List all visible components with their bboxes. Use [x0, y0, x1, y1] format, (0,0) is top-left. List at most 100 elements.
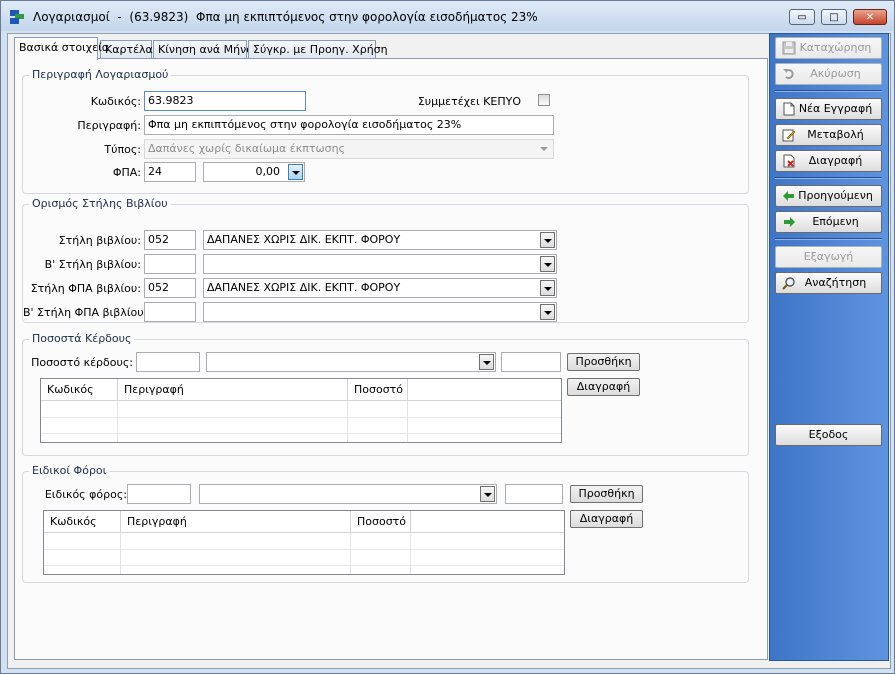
- previous-button[interactable]: Προηγούμενη: [775, 185, 882, 207]
- edit-button-label: Μεταβολή: [807, 128, 864, 141]
- chevron-down-icon: [540, 256, 555, 272]
- save-button[interactable]: Καταχώρηση: [775, 37, 882, 59]
- vat-book-column-b-label: Β' Στήλη ΦΠΑ βιβλίου:: [23, 306, 148, 319]
- table-row[interactable]: [44, 533, 564, 550]
- special-taxes-grid[interactable]: Κωδικός Περιγραφή Ποσοστό: [43, 510, 565, 575]
- tab-panel-basic-info: Περιγραφή Λογαριασμού Κωδικός: 63.9823 Σ…: [14, 58, 768, 660]
- column-header-filler: [411, 511, 564, 533]
- close-icon: ✕: [865, 12, 875, 23]
- special-tax-code[interactable]: [127, 484, 191, 504]
- form-area: Βασικά στοιχεία Καρτέλα Κίνηση ανά Μήνα …: [7, 33, 891, 669]
- vat-book-column-b-code[interactable]: [144, 302, 196, 322]
- vat-code-field[interactable]: 24: [144, 162, 196, 182]
- table-row[interactable]: [41, 417, 561, 434]
- kepyo-label: Συμμετέχει ΚΕΠΥΟ: [417, 95, 521, 108]
- column-header-code[interactable]: Κωδικός: [44, 511, 121, 533]
- profit-add-button[interactable]: Προσθήκη: [567, 353, 640, 371]
- minimize-icon: ▭: [797, 12, 807, 23]
- chevron-down-icon: [479, 354, 494, 370]
- maximize-icon: □: [829, 12, 839, 23]
- export-button[interactable]: Εξαγωγή: [775, 246, 882, 268]
- book-column-b-code[interactable]: [144, 254, 196, 274]
- save-button-label: Καταχώρηση: [799, 41, 872, 54]
- type-select[interactable]: Δαπάνες χωρίς δικαίωμα έκπτωσης: [144, 139, 554, 159]
- app-icon: [10, 10, 24, 24]
- table-row[interactable]: [44, 549, 564, 566]
- book-column-b-select[interactable]: [203, 254, 557, 274]
- profit-percent-group: Ποσοστά Κέρδους Ποσοστό κέρδους: Προσθήκ…: [22, 332, 749, 456]
- vat-book-column-select-value: ΔΑΠΑΝΕΣ ΧΩΡΙΣ ΔΙΚ. ΕΚΠΤ. ΦΟΡΟΥ: [207, 281, 401, 294]
- export-button-label: Εξαγωγή: [803, 250, 854, 263]
- column-header-percent[interactable]: Ποσοστό: [348, 379, 408, 401]
- delete-button-label: Διαγραφή: [808, 154, 863, 167]
- group-title: Περιγραφή Λογαριασμού: [29, 68, 172, 81]
- tab-monthly-movement[interactable]: Κίνηση ανά Μήνα: [153, 40, 254, 59]
- window-title: Λογαριασμοί - (63.9823) Φπα μη εκπιπτόμε…: [33, 10, 538, 24]
- chevron-down-icon: [540, 280, 555, 296]
- column-header-percent[interactable]: Ποσοστό: [351, 511, 411, 533]
- next-button[interactable]: Επόμενη: [775, 211, 882, 233]
- title-bar: Λογαριασμοί - (63.9823) Φπα μη εκπιπτόμε…: [1, 1, 894, 31]
- close-button[interactable]: ✕: [853, 9, 887, 25]
- vat-rate-field[interactable]: 0,00: [203, 162, 305, 182]
- vat-book-column-b-select[interactable]: [203, 302, 557, 322]
- column-header-description[interactable]: Περιγραφή: [121, 511, 351, 533]
- exit-button-label: Εξοδος: [808, 428, 849, 441]
- cancel-button-label: Ακύρωση: [810, 67, 861, 80]
- profit-percent-select[interactable]: [206, 352, 496, 372]
- table-row[interactable]: [41, 401, 561, 418]
- vat-label: ΦΠΑ:: [112, 166, 141, 179]
- next-button-label: Επόμενη: [812, 215, 859, 228]
- profit-percent-label: Ποσοστό κέρδους:: [31, 356, 133, 369]
- exit-button[interactable]: Εξοδος: [775, 424, 882, 446]
- column-header-code[interactable]: Κωδικός: [41, 379, 118, 401]
- tax-add-button[interactable]: Προσθήκη: [570, 485, 643, 503]
- vat-rate-dropdown[interactable]: [287, 164, 303, 180]
- code-label: Κωδικός:: [90, 95, 141, 108]
- tab-previous-year-comparison[interactable]: Σύγκρ. με Προηγ. Χρήση: [248, 40, 388, 59]
- separator: [775, 238, 882, 240]
- description-field[interactable]: Φπα μη εκπιπτόμενος στην φορολογία εισοδ…: [144, 115, 554, 135]
- cancel-button[interactable]: Ακύρωση: [775, 63, 882, 85]
- previous-button-label: Προηγούμενη: [798, 189, 873, 202]
- vat-book-column-label: Στήλη ΦΠΑ βιβλίου:: [30, 282, 141, 295]
- search-button-label: Αναζήτηση: [804, 276, 867, 289]
- action-sidebar: Καταχώρηση Ακύρωση Νέα Εγγραφή Μεταβολή …: [769, 33, 889, 661]
- special-taxes-group: Ειδικοί Φόροι Ειδικός φόρος: Προσθήκη Δι…: [22, 464, 749, 583]
- account-description-group: Περιγραφή Λογαριασμού Κωδικός: 63.9823 Σ…: [22, 68, 749, 194]
- minimize-button[interactable]: ▭: [789, 9, 815, 25]
- book-column-select-value: ΔΑΠΑΝΕΣ ΧΩΡΙΣ ΔΙΚ. ΕΚΠΤ. ΦΟΡΟΥ: [207, 233, 401, 246]
- chevron-down-icon: [540, 304, 555, 320]
- chevron-down-icon: [540, 232, 555, 248]
- separator: [775, 177, 882, 179]
- special-tax-value[interactable]: [505, 484, 563, 504]
- search-button[interactable]: Αναζήτηση: [775, 272, 882, 294]
- vat-rate-value: 0,00: [255, 165, 281, 178]
- book-column-select[interactable]: ΔΑΠΑΝΕΣ ΧΩΡΙΣ ΔΙΚ. ΕΚΠΤ. ΦΟΡΟΥ: [203, 230, 557, 250]
- vat-book-column-code[interactable]: 052: [144, 278, 196, 298]
- type-select-value: Δαπάνες χωρίς δικαίωμα έκπτωσης: [148, 142, 346, 155]
- profit-delete-button[interactable]: Διαγραφή: [567, 378, 640, 396]
- maximize-button[interactable]: □: [821, 9, 847, 25]
- group-title: Ποσοστά Κέρδους: [29, 332, 135, 345]
- tab-basic-info[interactable]: Βασικά στοιχεία: [14, 37, 109, 60]
- edit-button[interactable]: Μεταβολή: [775, 124, 882, 146]
- chevron-down-icon: [537, 141, 552, 157]
- special-tax-select[interactable]: [199, 484, 497, 504]
- vat-book-column-select[interactable]: ΔΑΠΑΝΕΣ ΧΩΡΙΣ ΔΙΚ. ΕΚΠΤ. ΦΟΡΟΥ: [203, 278, 557, 298]
- book-column-code[interactable]: 052: [144, 230, 196, 250]
- new-record-button[interactable]: Νέα Εγγραφή: [775, 98, 882, 120]
- column-header-description[interactable]: Περιγραφή: [118, 379, 348, 401]
- code-field[interactable]: 63.9823: [144, 91, 306, 111]
- profit-percent-grid[interactable]: Κωδικός Περιγραφή Ποσοστό: [40, 378, 562, 443]
- delete-button[interactable]: Διαγραφή: [775, 150, 882, 172]
- kepyo-checkbox[interactable]: [538, 94, 550, 106]
- group-title: Ορισμός Στήλης Βιβλίου: [29, 197, 171, 210]
- special-tax-label: Ειδικός φόρος:: [44, 488, 127, 501]
- profit-percent-code[interactable]: [136, 352, 200, 372]
- chevron-down-icon: [480, 486, 495, 502]
- type-label: Τύπος:: [104, 143, 141, 156]
- profit-percent-value[interactable]: [501, 352, 561, 372]
- tax-delete-button[interactable]: Διαγραφή: [570, 510, 643, 528]
- book-column-label: Στήλη βιβλίου:: [58, 234, 141, 247]
